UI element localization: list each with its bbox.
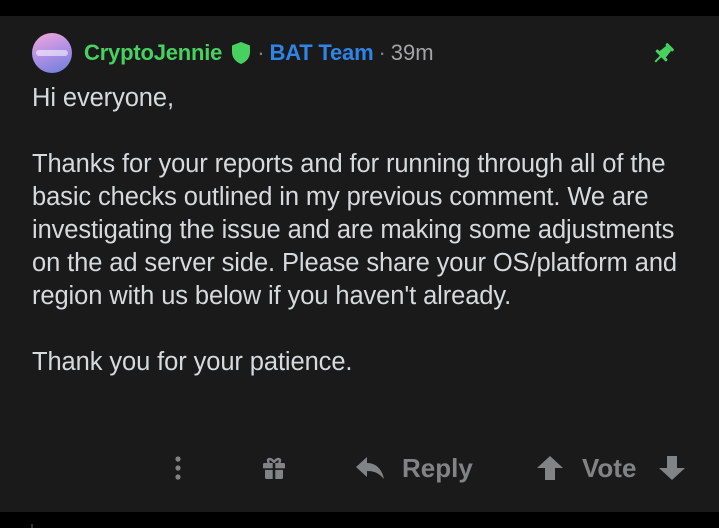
comment-card: CryptoJennie · BAT Team · 39m Hi everyon…: [0, 16, 719, 528]
comment-paragraph: Hi everyone,: [32, 84, 174, 112]
comment-header: CryptoJennie · BAT Team · 39m: [32, 32, 434, 74]
comment-paragraph: Thank you for your patience.: [32, 348, 353, 376]
more-options-button[interactable]: [168, 448, 188, 488]
comment-author[interactable]: CryptoJennie: [84, 40, 222, 66]
upvote-button[interactable]: Vote: [536, 448, 636, 488]
meta-separator: ·: [257, 40, 265, 65]
downvote-button[interactable]: [658, 448, 686, 488]
shield-icon: [232, 42, 251, 64]
gift-icon: [263, 457, 285, 479]
comment-paragraph: Thanks for your reports and for running …: [32, 150, 677, 310]
thread-line: [31, 524, 33, 528]
downvote-arrow-icon: [659, 456, 685, 480]
reply-button[interactable]: Reply: [354, 448, 473, 488]
upvote-arrow-icon: [537, 456, 563, 480]
comment-timestamp: 39m: [390, 40, 434, 65]
kebab-menu-icon: [175, 456, 181, 480]
pin-icon: [654, 43, 674, 63]
comment-action-bar: Reply Vote: [0, 448, 719, 488]
vote-label: Vote: [582, 452, 637, 483]
reply-arrow-icon: [356, 457, 384, 479]
comment-body: Hi everyone, Thanks for your reports and…: [32, 82, 702, 379]
meta-separator: ·: [378, 40, 386, 65]
reply-label: Reply: [402, 452, 473, 483]
user-avatar[interactable]: [32, 33, 72, 73]
give-award-button[interactable]: [260, 448, 288, 488]
user-flair: BAT Team: [269, 40, 374, 65]
